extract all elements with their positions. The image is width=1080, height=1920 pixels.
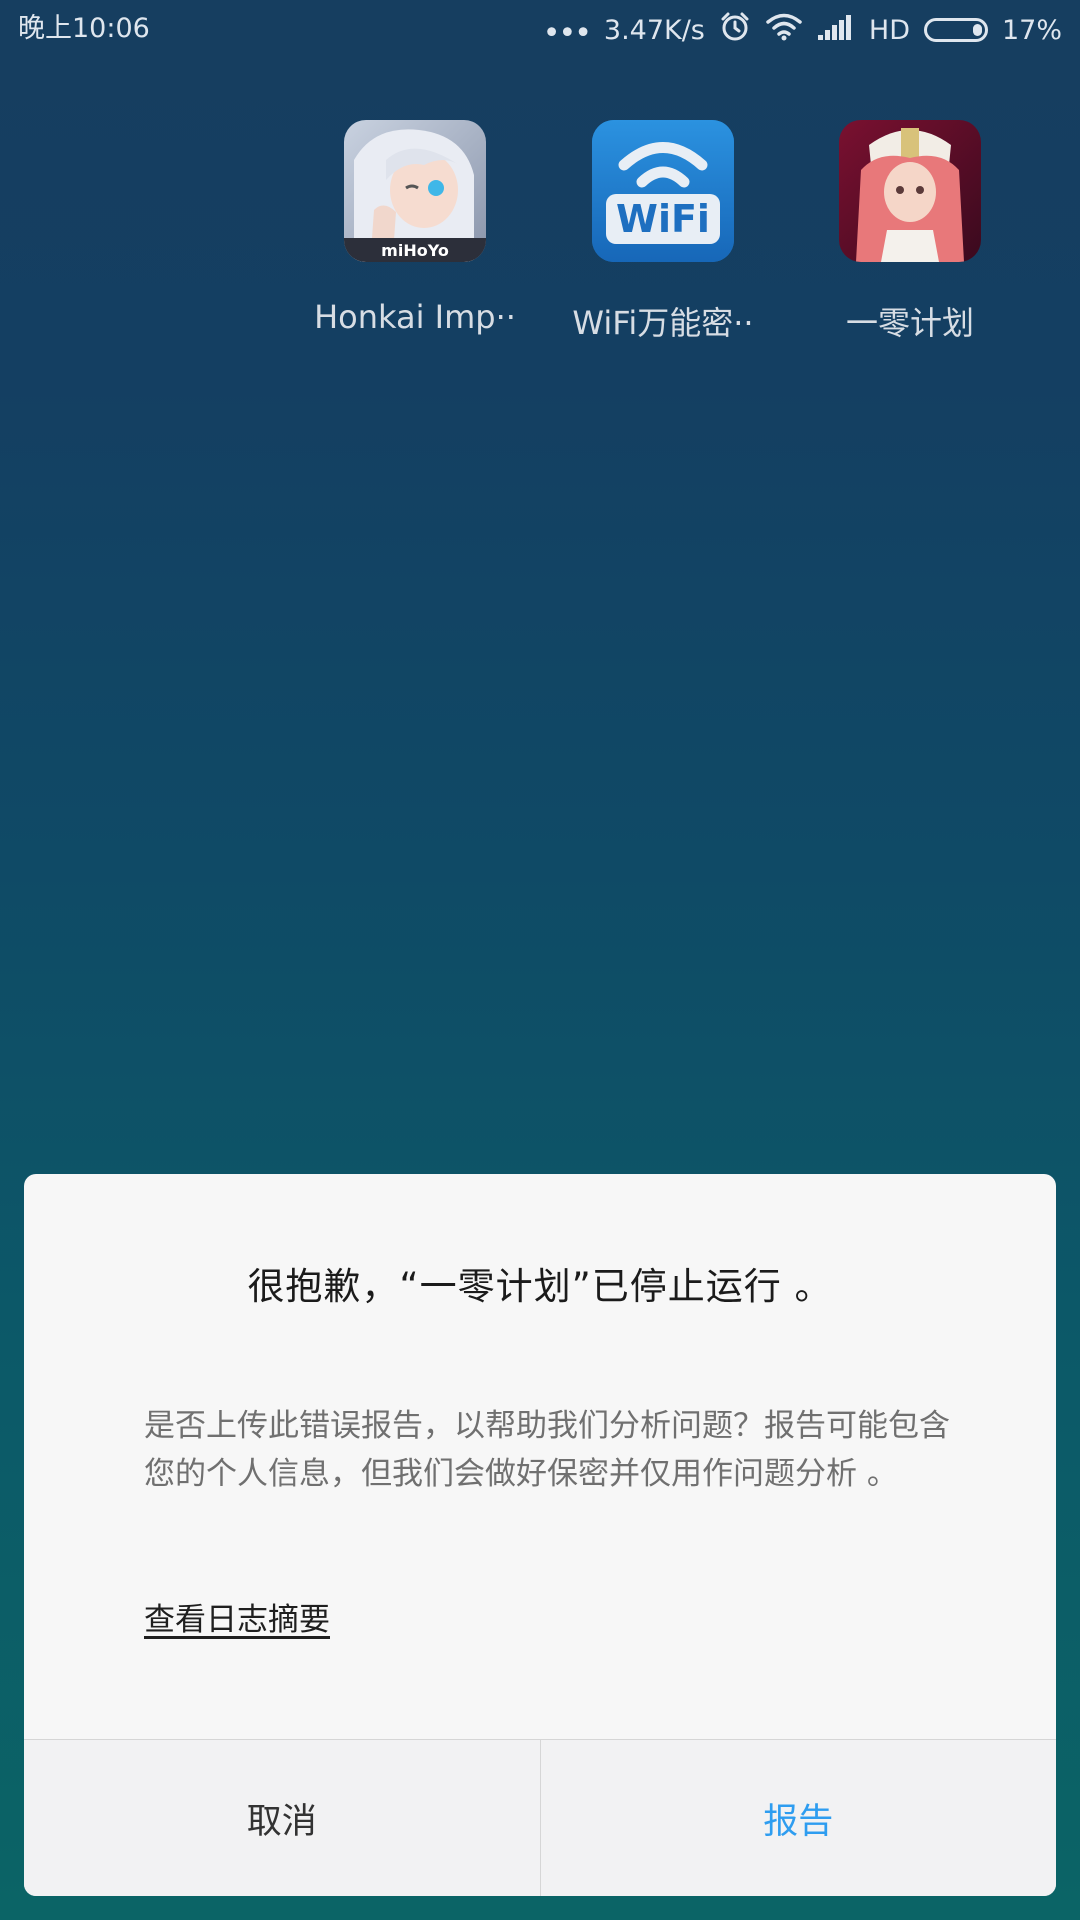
- report-button[interactable]: 报告: [541, 1740, 1057, 1896]
- alarm-icon: [719, 11, 751, 50]
- hd-label: HD: [868, 14, 910, 46]
- app-wifi-master[interactable]: WiFi WiFi万能密··: [543, 120, 783, 344]
- battery-icon: [923, 18, 988, 42]
- wifi-master-app-icon: WiFi: [592, 120, 734, 262]
- status-right-group: ••• 3.47K/s HD 17%: [542, 11, 1062, 51]
- more-dots-icon: •••: [542, 16, 592, 51]
- dialog-button-bar: 取消 报告: [24, 1739, 1056, 1896]
- battery-percent: 17%: [1001, 14, 1062, 46]
- honkai-brand-text: miHoYo: [381, 241, 449, 260]
- dialog-message: 是否上传此错误报告，以帮助我们分析问题？报告可能包含您的个人信息，但我们会做好保…: [144, 1408, 950, 1492]
- wifi-brand-text: WiFi: [616, 197, 710, 241]
- app-label: Honkai Imp··: [314, 298, 516, 336]
- app-label: 一零计划: [845, 304, 974, 342]
- net-speed: 3.47K/s: [603, 14, 705, 46]
- status-time: 晚上10:06: [18, 13, 150, 44]
- app-honkai-impact[interactable]: miHoYo Honkai Imp··: [295, 120, 535, 336]
- dialog-title: 很抱歉，“一零计划”已停止运行 。: [247, 1265, 833, 1308]
- battery-fill: [972, 24, 982, 36]
- zero-plan-app-icon: [839, 120, 981, 262]
- cancel-button[interactable]: 取消: [24, 1740, 541, 1896]
- app-zero-plan[interactable]: 一零计划: [790, 120, 1030, 344]
- app-label: WiFi万能密··: [572, 304, 754, 342]
- honkai-impact-app-icon: miHoYo: [344, 120, 486, 262]
- wifi-icon: [765, 12, 803, 49]
- status-bar: 晚上10:06 ••• 3.47K/s HD 17%: [0, 0, 1080, 60]
- view-log-summary-link[interactable]: 查看日志摘要: [144, 1594, 330, 1639]
- signal-icon: [817, 13, 855, 48]
- crash-dialog: 很抱歉，“一零计划”已停止运行 。 是否上传此错误报告，以帮助我们分析问题？报告…: [24, 1174, 1056, 1896]
